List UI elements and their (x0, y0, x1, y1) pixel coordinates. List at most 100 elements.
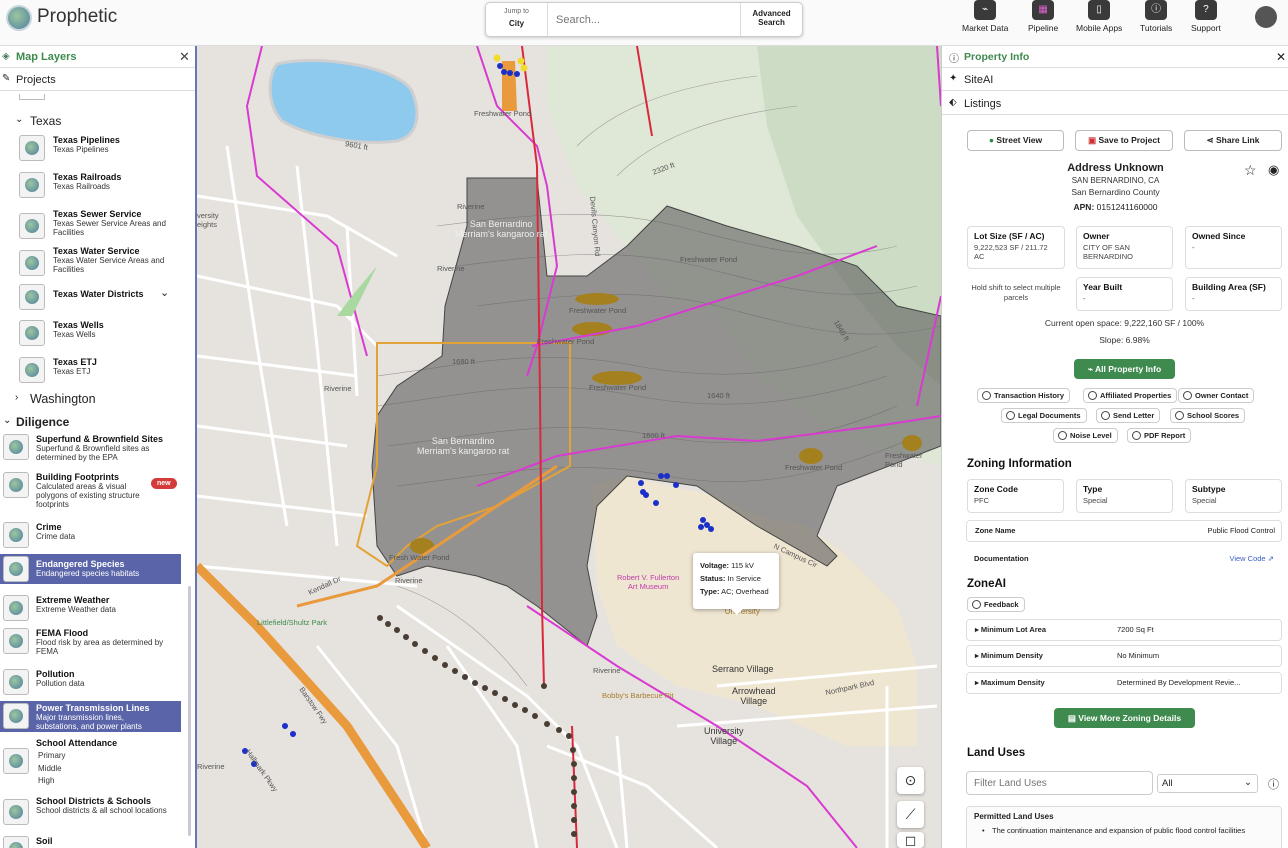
transaction-history-chip[interactable]: Transaction History (977, 388, 1071, 403)
question-icon (972, 600, 981, 609)
star-icon[interactable]: ☆ (1244, 162, 1257, 179)
layer-pollution[interactable]: Pollution Pollution data (0, 669, 188, 697)
locate-icon[interactable]: ⊙ (897, 767, 924, 794)
layer-thumbnail (3, 628, 29, 654)
diligence-group[interactable]: ⌄ Diligence (0, 414, 195, 430)
street-view-button[interactable]: ● Street View (967, 130, 1064, 151)
tag-icon: ⬖ (949, 97, 957, 108)
layer-extreme-weather[interactable]: Extreme Weather Extreme Weather data (0, 595, 188, 623)
layer-superfund[interactable]: Superfund & Brownfield Sites Superfund & … (0, 434, 188, 466)
search-input[interactable] (556, 11, 716, 29)
bullet-icon: • (982, 826, 985, 835)
advanced-search-button[interactable]: Advanced Search (740, 3, 802, 36)
layer-endangered-species[interactable]: Endangered Species Endangered species hab… (0, 554, 181, 584)
owner-contact-chip[interactable]: Owner Contact (1178, 388, 1255, 403)
zoneai-row-min-lot[interactable]: ▸ Minimum Lot Area 7200 Sq Ft (966, 619, 1282, 641)
layer-texas-water-service[interactable]: Texas Water Service Texas Water Service A… (0, 246, 188, 276)
caret-right-icon: ▸ (975, 678, 979, 687)
all-property-info-button[interactable]: ⌁ All Property Info (1074, 359, 1175, 379)
layer-thumbnail (19, 357, 45, 383)
scrollbar[interactable] (188, 586, 191, 836)
chevron-down-icon: ⌄ (160, 287, 170, 299)
washington-group[interactable]: › Washington (0, 391, 195, 407)
projects-row[interactable]: ✎ Projects (0, 69, 195, 91)
affiliated-properties-chip[interactable]: Affiliated Properties (1083, 388, 1178, 403)
year-built-cell: Year Built - (1076, 277, 1173, 311)
texas-group-label: Texas (30, 114, 62, 128)
layer-school-districts[interactable]: School Districts & Schools School distric… (0, 796, 188, 830)
zoneai-row-min-density[interactable]: ▸ Minimum Density No Minimum (966, 645, 1282, 667)
chip-label: Noise Level (1070, 431, 1112, 440)
pdf-report-chip[interactable]: PDF Report (1127, 428, 1192, 443)
owner-cell: Owner CITY OF SAN BERNARDINO (1076, 226, 1173, 269)
share-link-button[interactable]: ⋖ Share Link (1184, 130, 1282, 151)
document-icon (1006, 411, 1015, 420)
user-avatar-icon[interactable] (1255, 6, 1277, 28)
shift-hint: Hold shift to select multiple parcels (971, 283, 1061, 302)
zone-code-label: Zone Code (974, 484, 1018, 494)
listings-row[interactable]: ⬖ Listings (942, 93, 1288, 115)
layer-texas-water-districts[interactable]: Texas Water Districts ⌄ (0, 284, 188, 314)
pond-label-3: Freshwater Pond (569, 306, 627, 315)
layer-title: Superfund & Brownfield Sites (36, 434, 164, 444)
chevron-down-icon: ⌄ (1244, 777, 1252, 788)
draw-polygon-icon[interactable]: ◻ (897, 832, 924, 848)
voltage-value: 115 kV (731, 561, 754, 570)
save-to-project-button[interactable]: ▣ Save to Project (1075, 130, 1173, 151)
layer-crime[interactable]: Crime Crime data (0, 522, 188, 550)
riverine-label-2: Riverine (437, 264, 465, 273)
layer-desc: Endangered species habitats (36, 569, 140, 578)
view-code-link[interactable]: View Code ⇗ (1229, 549, 1274, 569)
layer-thumbnail (19, 213, 45, 239)
layer-fema-flood[interactable]: FEMA Flood Flood risk by area as determin… (0, 628, 188, 662)
pipeline-button[interactable]: ▦ Pipeline (1028, 0, 1058, 33)
layer-thumbnail (3, 472, 29, 498)
close-icon[interactable]: ✕ (1276, 50, 1286, 64)
layer-school-attendance[interactable]: School Attendance Primary Middle High (0, 738, 188, 786)
noise-level-chip[interactable]: Noise Level (1053, 428, 1118, 443)
layer-building-footprints[interactable]: Building Footprints Calculated areas & vi… (0, 472, 188, 510)
pond-label-7: Freshwater Pond (885, 451, 923, 469)
building-area-cell: Building Area (SF) - (1185, 277, 1282, 311)
filter-land-uses-input[interactable] (966, 771, 1153, 795)
draw-line-icon[interactable]: ⟋ (897, 801, 924, 828)
land-use-filter-select[interactable]: All ⌄ (1157, 774, 1258, 793)
map-canvas[interactable]: San Bernardino Merriam's kangaroo rat Sa… (197, 46, 941, 848)
siteai-row[interactable]: ✦ SiteAI (942, 69, 1288, 91)
layer-texas-etj[interactable]: Texas ETJ Texas ETJ (0, 357, 188, 387)
permitted-item: • The continuation maintenance and expans… (974, 826, 1274, 835)
layer-thumbnail (19, 250, 45, 276)
legal-documents-chip[interactable]: Legal Documents (1001, 408, 1087, 423)
send-letter-chip[interactable]: Send Letter (1096, 408, 1161, 423)
layer-texas-pipelines[interactable]: Texas Pipelines Texas Pipelines (0, 135, 188, 165)
support-button[interactable]: ? Support (1191, 0, 1221, 33)
school-scores-chip[interactable]: School Scores (1170, 408, 1246, 423)
view-more-zoning-button[interactable]: ▤ View More Zoning Details (1054, 708, 1195, 728)
map-layers-header: ◈ Map Layers ✕ (0, 46, 195, 68)
feedback-button[interactable]: Feedback (967, 597, 1025, 612)
layer-title: Texas Pipelines (53, 135, 120, 145)
layer-texas-sewer-service[interactable]: Texas Sewer Service Texas Sewer Service A… (0, 209, 188, 239)
layer-title: Extreme Weather (36, 595, 110, 605)
prophetic-logo[interactable] (6, 5, 32, 31)
texas-group[interactable]: ⌄ Texas (0, 113, 195, 129)
elevation-label-1640: 1640 ft (707, 391, 730, 400)
close-icon[interactable]: ✕ (179, 49, 190, 65)
jump-to-selector[interactable]: Jump to City (486, 3, 548, 36)
address-county: San Bernardino County (1071, 187, 1160, 197)
layer-texas-wells[interactable]: Texas Wells Texas Wells (0, 320, 188, 350)
layer-thumbnail (19, 284, 45, 310)
layer-power-transmission-lines[interactable]: Power Transmission Lines Major transmissi… (0, 701, 181, 732)
market-data-button[interactable]: ⌁ Market Data (962, 0, 1008, 33)
status-value: In Service (727, 574, 761, 583)
zone-name-value: Public Flood Control (1207, 526, 1275, 535)
layer-soil[interactable]: Soil (0, 836, 188, 848)
mobile-apps-button[interactable]: ▯ Mobile Apps (1076, 0, 1122, 33)
info-icon[interactable]: ⓘ (1268, 776, 1279, 792)
layer-texas-railroads[interactable]: Texas Railroads Texas Railroads (0, 172, 188, 202)
eye-icon[interactable]: ◉ (1268, 162, 1279, 178)
zoneai-row-max-density[interactable]: ▸ Maximum Density Determined By Developme… (966, 672, 1282, 694)
zoneai-title: ZoneAI (967, 578, 1006, 590)
tutorials-button[interactable]: ⓘ Tutorials (1140, 0, 1172, 33)
layer-title: FEMA Flood (36, 628, 89, 638)
